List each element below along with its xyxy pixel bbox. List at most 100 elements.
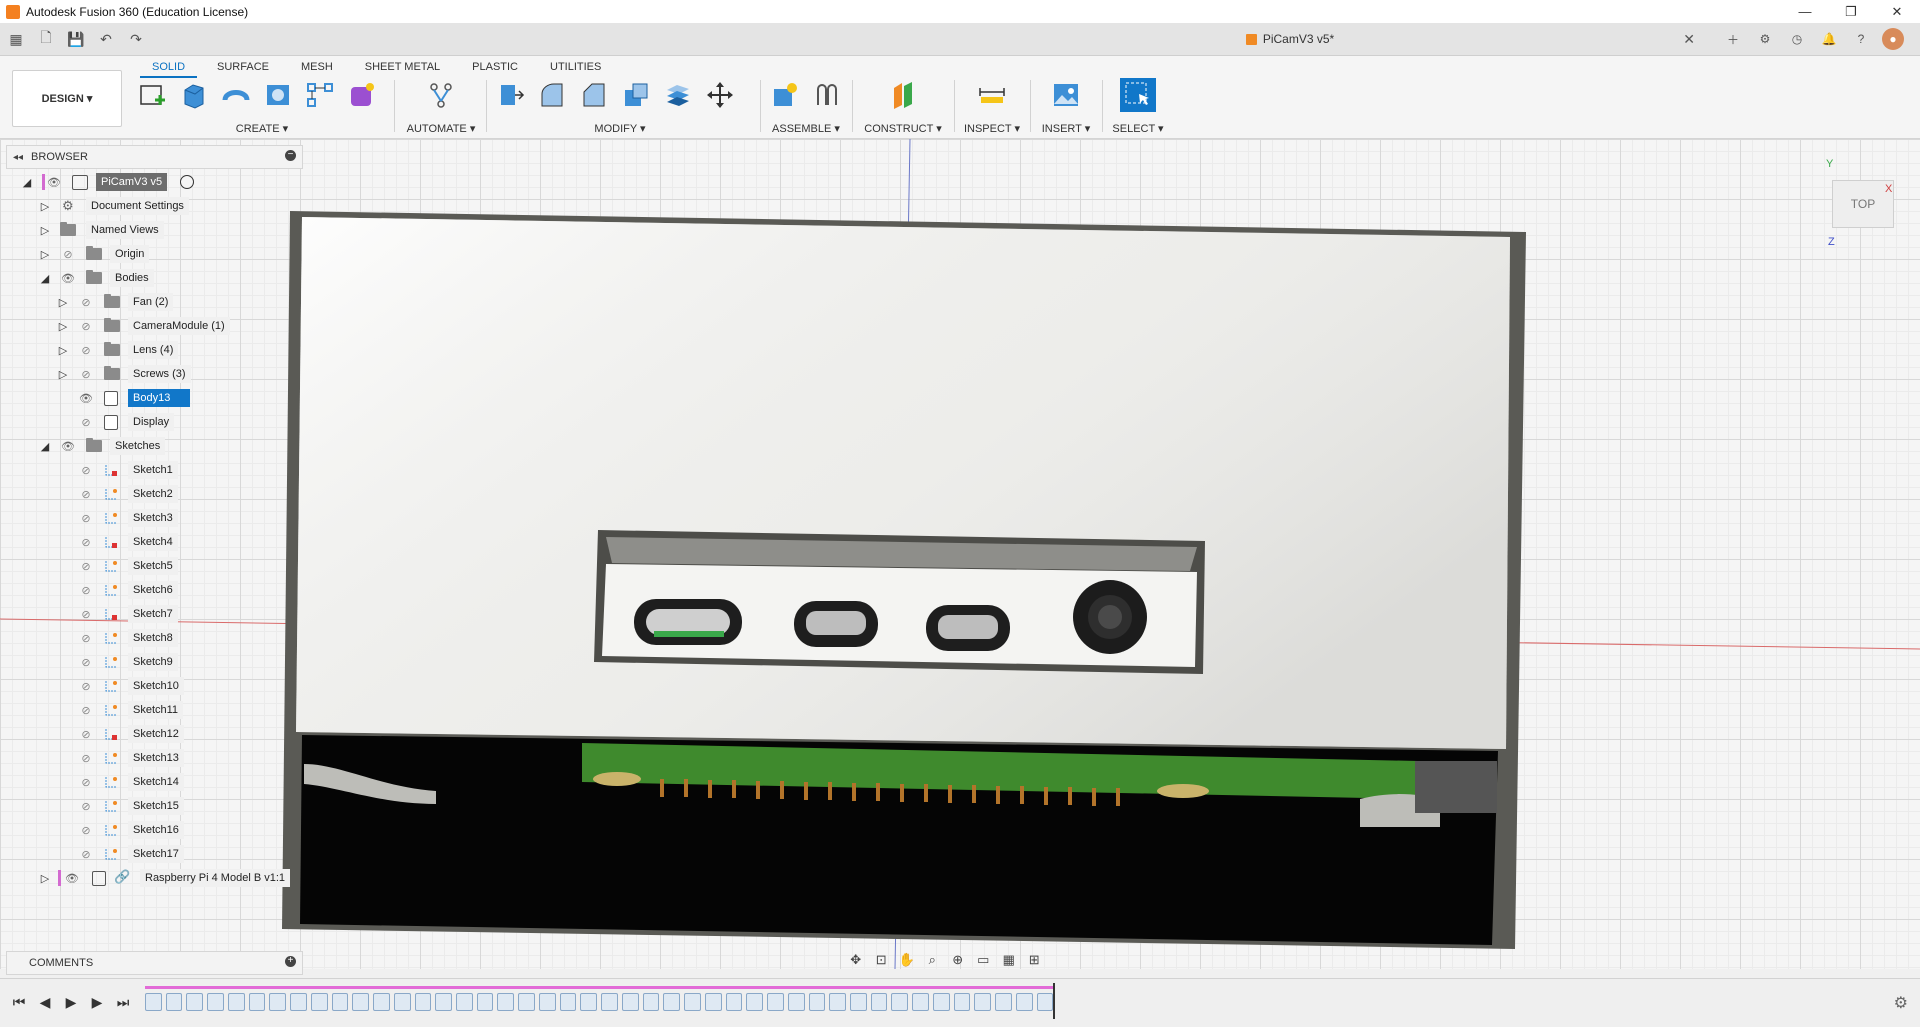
- visibility-hidden-icon[interactable]: ⊘: [78, 751, 94, 765]
- pattern-icon[interactable]: [302, 78, 338, 112]
- undo-icon[interactable]: ↶: [96, 29, 116, 49]
- workspace-switcher[interactable]: DESIGN ▾: [12, 70, 122, 127]
- collapse-panel-icon[interactable]: ◂◂: [13, 152, 23, 163]
- chamfer-icon[interactable]: [576, 78, 612, 112]
- visibility-eye-icon[interactable]: 👁: [60, 439, 76, 453]
- timeline-feature[interactable]: [725, 993, 743, 1011]
- timeline-feature[interactable]: [310, 993, 328, 1011]
- visibility-eye-icon[interactable]: 👁: [46, 175, 62, 189]
- timeline-feature[interactable]: [808, 993, 826, 1011]
- sketch-item[interactable]: ⊘ Sketch5: [0, 556, 303, 576]
- timeline-feature[interactable]: [704, 993, 722, 1011]
- tree-item-camera-module[interactable]: ▷ ⊘ CameraModule (1): [0, 316, 303, 336]
- visibility-hidden-icon[interactable]: ⊘: [78, 295, 94, 309]
- visibility-hidden-icon[interactable]: ⊘: [78, 535, 94, 549]
- expand-triangle-icon[interactable]: ◢: [38, 271, 52, 285]
- visibility-hidden-icon[interactable]: ⊘: [78, 343, 94, 357]
- timeline-feature[interactable]: [829, 993, 846, 1011]
- timeline-feature[interactable]: [290, 993, 307, 1011]
- visibility-hidden-icon[interactable]: ⊘: [78, 559, 94, 573]
- close-window-icon[interactable]: ✕: [1874, 0, 1920, 23]
- expand-triangle-icon[interactable]: ▷: [56, 367, 70, 381]
- sketch-item[interactable]: ⊘ Sketch17: [0, 844, 303, 864]
- timeline-feature[interactable]: [891, 993, 909, 1011]
- new-tab-icon[interactable]: ＋: [1722, 28, 1744, 50]
- sketch-item[interactable]: ⊘ Sketch13: [0, 748, 303, 768]
- timeline-feature[interactable]: [145, 993, 162, 1011]
- visibility-hidden-icon[interactable]: ⊘: [78, 319, 94, 333]
- browser-header[interactable]: ◂◂ BROWSER −: [6, 145, 303, 169]
- timeline-feature[interactable]: [912, 993, 929, 1011]
- notifications-icon[interactable]: 🔔: [1818, 28, 1840, 50]
- modify-group-label[interactable]: MODIFY ▾: [492, 122, 748, 136]
- timeline-settings-icon[interactable]: ⚙: [1894, 993, 1908, 1013]
- timeline-feature[interactable]: [227, 993, 245, 1011]
- job-status-icon[interactable]: ◷: [1786, 28, 1808, 50]
- expand-triangle-icon[interactable]: ◢: [38, 439, 52, 453]
- visibility-hidden-icon[interactable]: ⊘: [78, 679, 94, 693]
- sketch-item[interactable]: ⊘ Sketch9: [0, 652, 303, 672]
- select-group-label[interactable]: SELECT ▾: [1106, 122, 1170, 136]
- timeline-feature[interactable]: [953, 993, 971, 1011]
- timeline-feature[interactable]: [601, 993, 618, 1011]
- expand-triangle-icon[interactable]: ▷: [38, 247, 52, 261]
- timeline-feature[interactable]: [684, 993, 701, 1011]
- grid-settings-icon[interactable]: ▦: [998, 950, 1020, 970]
- insert-group-label[interactable]: INSERT ▾: [1034, 122, 1098, 136]
- sketch-item[interactable]: ⊘ Sketch14: [0, 772, 303, 792]
- sketch-item[interactable]: ⊘ Sketch2: [0, 484, 303, 504]
- play-icon[interactable]: ▶: [62, 993, 80, 1011]
- tree-item-fan[interactable]: ▷ ⊘ Fan (2): [0, 292, 303, 312]
- timeline-feature[interactable]: [435, 993, 453, 1011]
- root-component-label[interactable]: PiCamV3 v5: [96, 173, 168, 191]
- measure-icon[interactable]: [974, 78, 1010, 112]
- timeline-feature[interactable]: [414, 993, 432, 1011]
- display-settings-icon[interactable]: ▭: [973, 950, 995, 970]
- maximize-icon[interactable]: ❐: [1828, 0, 1874, 23]
- add-comment-icon[interactable]: +: [285, 956, 296, 967]
- tree-item-document-settings[interactable]: ▷ ⚙ Document Settings: [0, 196, 303, 216]
- tab-plastic[interactable]: PLASTIC: [460, 59, 530, 78]
- sketch-item[interactable]: ⊘ Sketch7: [0, 604, 303, 624]
- hole-icon[interactable]: [260, 78, 296, 112]
- visibility-eye-icon[interactable]: 👁: [60, 271, 76, 285]
- visibility-hidden-icon[interactable]: ⊘: [78, 463, 94, 477]
- timeline-feature[interactable]: [186, 993, 204, 1011]
- tree-item-sketches[interactable]: ◢ 👁 Sketches: [0, 436, 303, 456]
- visibility-hidden-icon[interactable]: ⊘: [78, 823, 94, 837]
- visibility-hidden-icon[interactable]: ⊘: [78, 727, 94, 741]
- combine-icon[interactable]: [660, 78, 696, 112]
- visibility-eye-icon[interactable]: 👁: [64, 871, 80, 885]
- timeline-feature[interactable]: [580, 993, 598, 1011]
- visibility-hidden-icon[interactable]: ⊘: [78, 583, 94, 597]
- timeline-feature[interactable]: [559, 993, 577, 1011]
- document-tab[interactable]: PiCamV3 v5* ✕: [885, 23, 1695, 55]
- sketch-item[interactable]: ⊘ Sketch4: [0, 532, 303, 552]
- visibility-hidden-icon[interactable]: ⊘: [78, 799, 94, 813]
- orbit-icon[interactable]: ✥: [845, 950, 867, 970]
- tree-item-origin[interactable]: ▷ ⊘ Origin: [0, 244, 303, 264]
- timeline-feature[interactable]: [456, 993, 473, 1011]
- expand-triangle-icon[interactable]: ▷: [38, 871, 52, 885]
- tree-item-display[interactable]: ⊘ Display: [0, 412, 303, 432]
- timeline-feature[interactable]: [746, 993, 764, 1011]
- tab-mesh[interactable]: MESH: [289, 59, 345, 78]
- visibility-hidden-icon[interactable]: ⊘: [78, 631, 94, 645]
- comments-panel-header[interactable]: COMMENTS +: [6, 951, 303, 975]
- timeline-feature[interactable]: [476, 993, 494, 1011]
- tab-sheet-metal[interactable]: SHEET METAL: [353, 59, 452, 78]
- tree-root[interactable]: ◢ 👁 PiCamV3 v5: [0, 172, 303, 192]
- timeline-feature[interactable]: [932, 993, 950, 1011]
- timeline-feature[interactable]: [538, 993, 556, 1011]
- extrude-icon[interactable]: [176, 78, 212, 112]
- visibility-hidden-icon[interactable]: ⊘: [78, 703, 94, 717]
- look-at-icon[interactable]: ⊡: [871, 950, 893, 970]
- visibility-hidden-icon[interactable]: ⊘: [78, 415, 94, 429]
- visibility-hidden-icon[interactable]: ⊘: [78, 775, 94, 789]
- timeline-feature[interactable]: [165, 993, 183, 1011]
- select-icon[interactable]: [1120, 78, 1156, 112]
- visibility-hidden-icon[interactable]: ⊘: [78, 847, 94, 861]
- timeline-feature[interactable]: [787, 993, 805, 1011]
- timeline-feature[interactable]: [373, 993, 390, 1011]
- timeline-feature[interactable]: [269, 993, 287, 1011]
